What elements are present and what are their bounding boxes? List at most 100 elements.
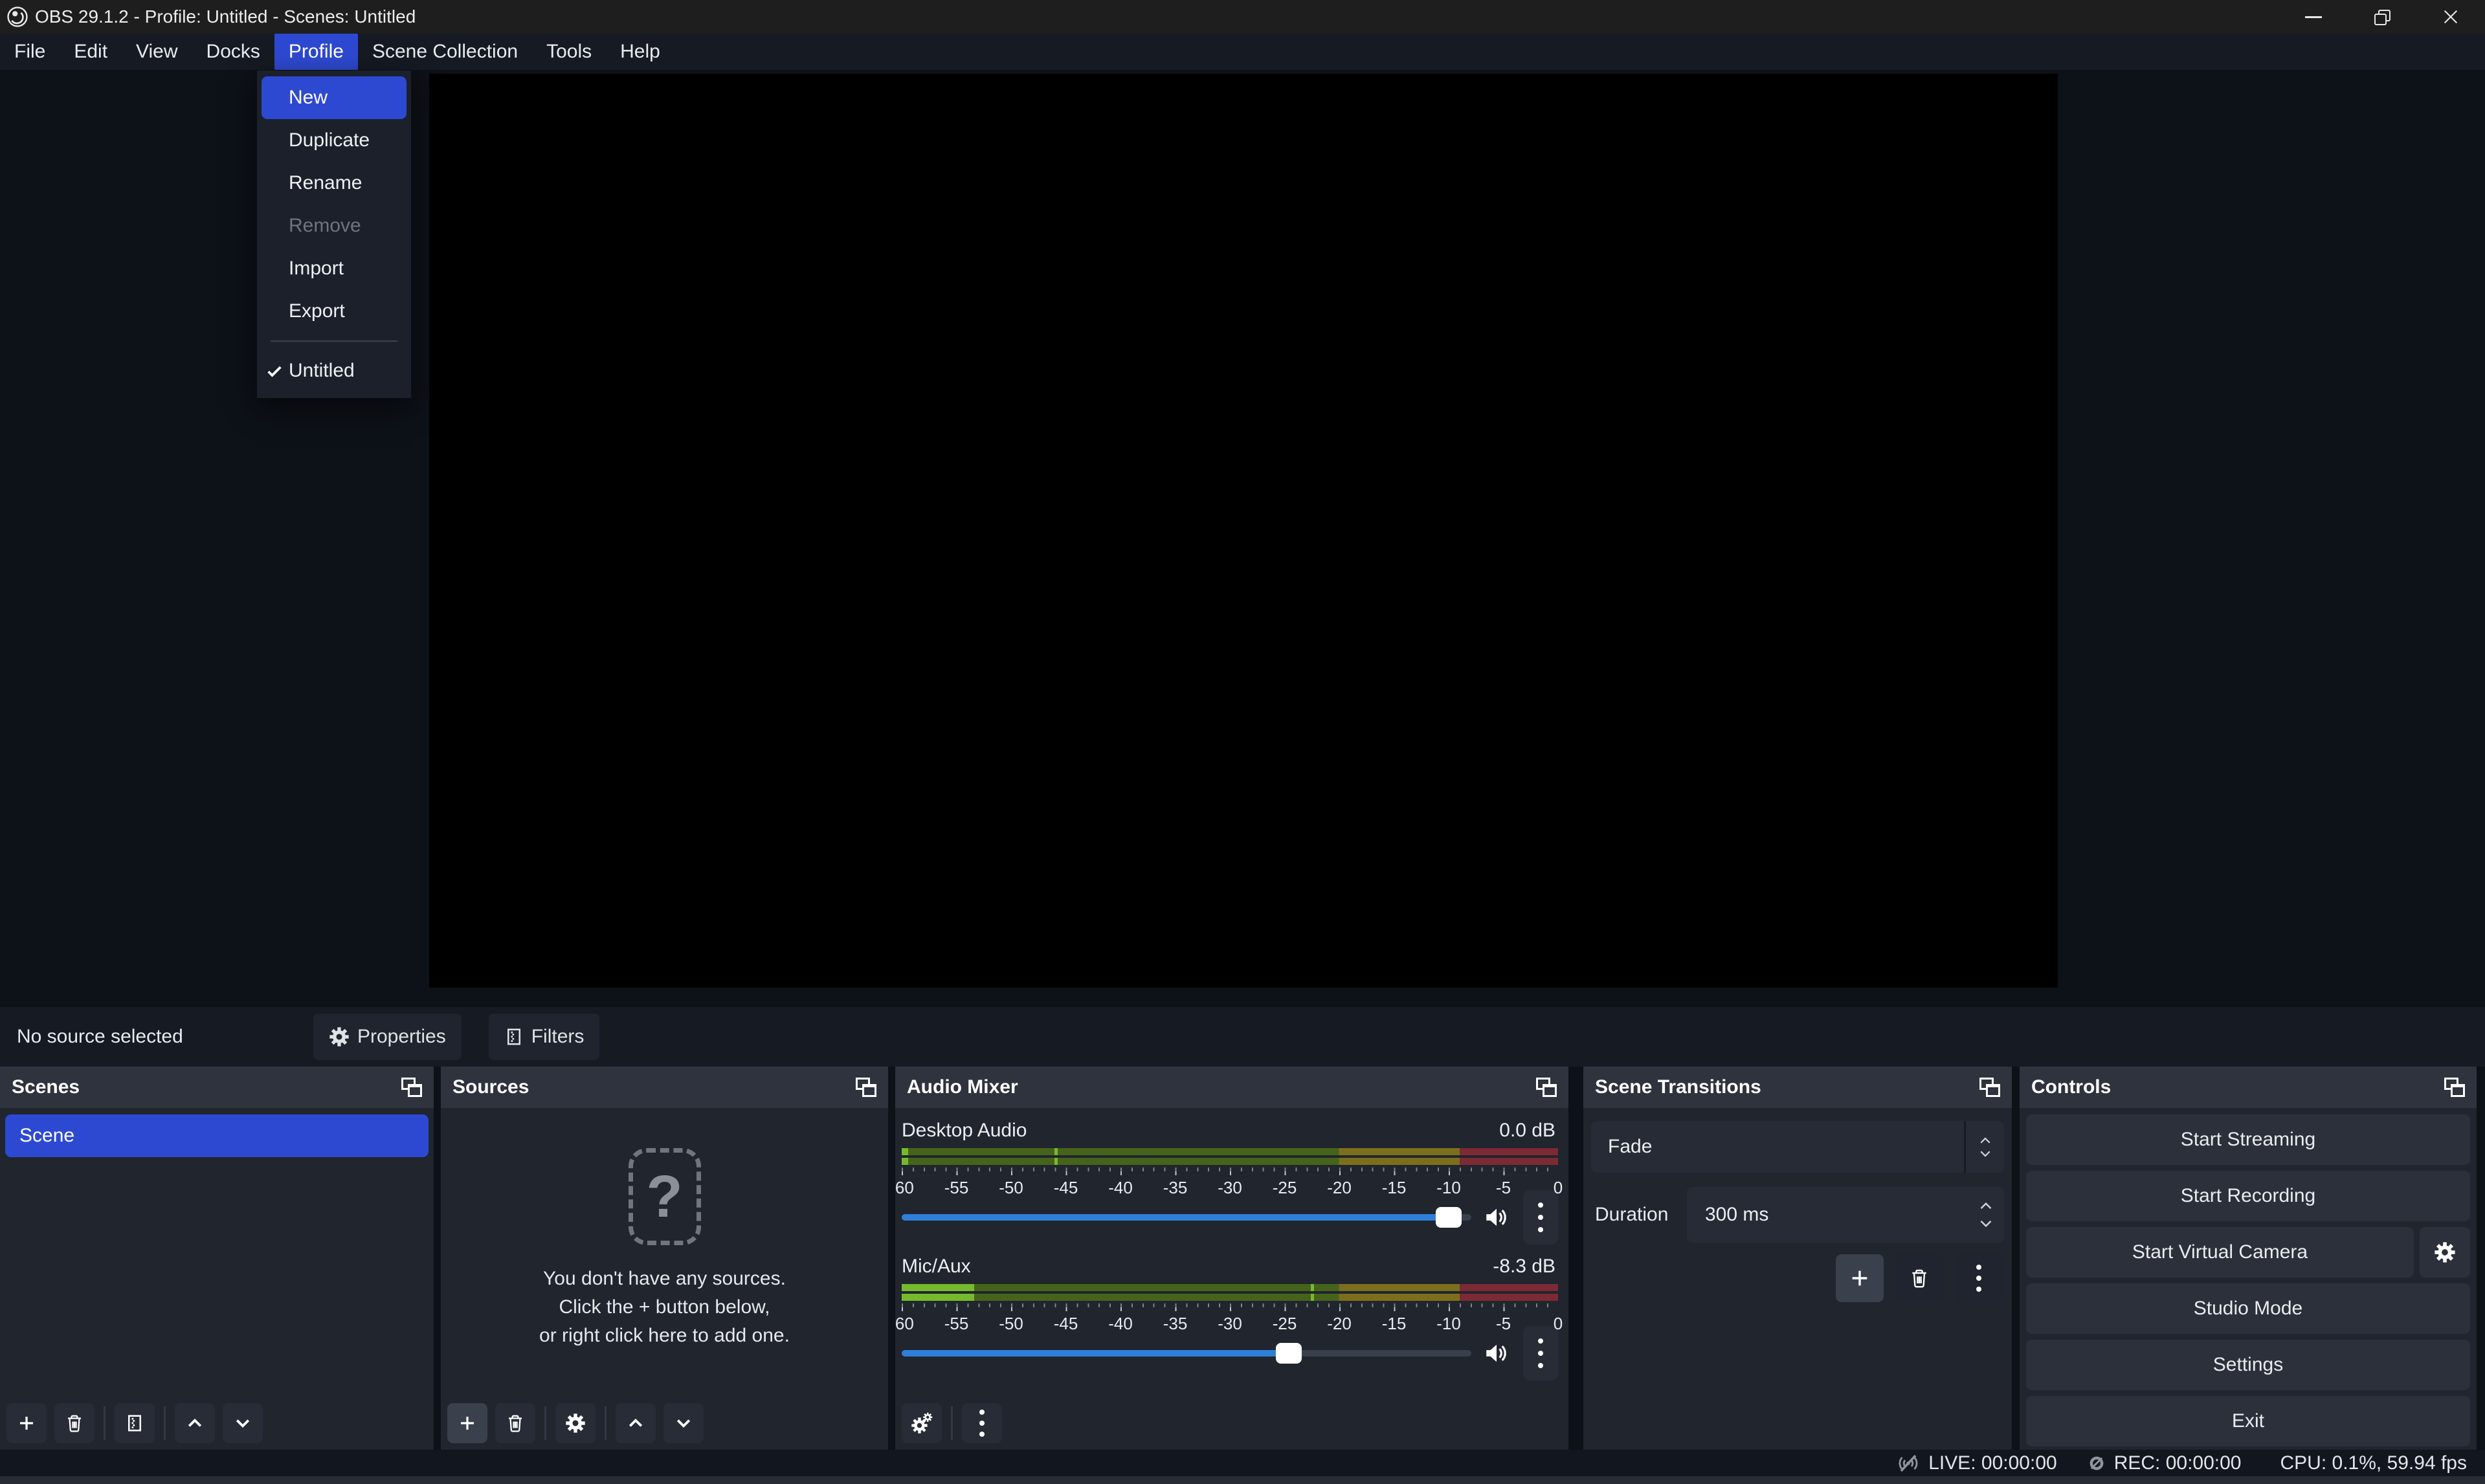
settings-button[interactable]: Settings [2026, 1340, 2470, 1390]
properties-label: Properties [357, 1026, 446, 1048]
tick-label: -35 [1163, 1314, 1188, 1334]
properties-button[interactable]: Properties [313, 1013, 462, 1060]
volume-meter: -60-55-50-45-40-35-30-25-20-15-10-50 [902, 1284, 1558, 1334]
profile-menu-new[interactable]: New [262, 76, 407, 119]
duration-spinbox[interactable]: 300 ms [1687, 1187, 2004, 1243]
transition-select[interactable]: Fade [1591, 1121, 2004, 1173]
menu-scene-collection[interactable]: Scene Collection [358, 34, 532, 70]
transition-options-button[interactable] [1955, 1254, 2003, 1302]
restore-icon[interactable] [2348, 0, 2416, 34]
menu-file[interactable]: File [0, 34, 60, 70]
meter-scale: -60-55-50-45-40-35-30-25-20-15-10-50 [902, 1311, 1558, 1334]
toolbar-separator [104, 1406, 106, 1440]
add-scene-button[interactable] [6, 1403, 47, 1443]
move-scene-up-button[interactable] [175, 1403, 215, 1443]
rec-status: REC: 00:00:00 [2087, 1452, 2242, 1474]
source-properties-button[interactable] [555, 1403, 596, 1443]
tick-label: -20 [1327, 1314, 1352, 1334]
exit-button[interactable]: Exit [2026, 1396, 2470, 1446]
cpu-fps-stats: CPU: 0.1%, 59.94 fps [2280, 1452, 2468, 1474]
spinner-arrows-icon[interactable] [1979, 1187, 1992, 1243]
menu-view[interactable]: View [122, 34, 192, 70]
remove-scene-button[interactable] [54, 1403, 95, 1443]
close-icon[interactable] [2416, 0, 2485, 34]
volume-slider[interactable] [902, 1350, 1471, 1357]
popout-icon[interactable] [1535, 1078, 1557, 1097]
menu-edit[interactable]: Edit [60, 34, 122, 70]
minimize-icon[interactable] [2279, 0, 2348, 34]
add-source-button[interactable] [447, 1403, 487, 1443]
remove-transition-button[interactable] [1895, 1254, 1943, 1302]
start-streaming-button[interactable]: Start Streaming [2026, 1114, 2470, 1165]
plus-icon [1849, 1267, 1871, 1289]
virtual-camera-settings-button[interactable] [2420, 1227, 2470, 1278]
duration-label: Duration [1591, 1204, 1687, 1226]
menu-help[interactable]: Help [606, 34, 674, 70]
controls-panel: Controls Start Streaming Start Recording… [2020, 1067, 2477, 1450]
tick-label: -20 [1327, 1178, 1352, 1198]
checkmark-icon [265, 361, 285, 381]
toolbar-separator [605, 1406, 607, 1440]
audio-mixer-panel-title: Audio Mixer [907, 1076, 1018, 1098]
tick-label: -15 [1382, 1314, 1407, 1334]
profile-menu-current-profile[interactable]: Untitled [262, 349, 407, 392]
start-recording-button[interactable]: Start Recording [2026, 1171, 2470, 1221]
add-transition-button[interactable] [1836, 1254, 1884, 1302]
window-title: OBS 29.1.2 - Profile: Untitled - Scenes:… [35, 6, 416, 27]
speaker-icon[interactable] [1483, 1340, 1510, 1367]
tick-label: -55 [944, 1314, 969, 1334]
profile-menu-rename[interactable]: Rename [262, 162, 407, 205]
volume-slider-handle[interactable] [1276, 1343, 1302, 1364]
live-status: LIVE: 00:00:00 [1896, 1451, 2057, 1476]
advanced-audio-button[interactable] [902, 1403, 942, 1443]
volume-slider-handle[interactable] [1436, 1207, 1462, 1228]
start-virtual-camera-button[interactable]: Start Virtual Camera [2026, 1227, 2414, 1278]
profile-menu-export[interactable]: Export [262, 290, 407, 333]
popout-icon[interactable] [2443, 1078, 2465, 1097]
filter-icon [504, 1027, 524, 1047]
profile-menu-import[interactable]: Import [262, 247, 407, 290]
scenes-toolbar [6, 1403, 263, 1443]
mixer-options-button[interactable] [962, 1403, 1002, 1443]
filters-button[interactable]: Filters [489, 1013, 600, 1060]
channel-volume-value: -8.3 dB [1493, 1256, 1555, 1278]
scene-filters-button[interactable] [115, 1403, 155, 1443]
tick-label: -45 [1054, 1178, 1078, 1198]
tick-label: -40 [1108, 1178, 1133, 1198]
broadcast-off-icon [1896, 1451, 1921, 1476]
menu-docks[interactable]: Docks [192, 34, 274, 70]
move-scene-down-button[interactable] [223, 1403, 263, 1443]
speaker-icon[interactable] [1483, 1204, 1510, 1231]
scene-list-item[interactable]: Scene [5, 1114, 429, 1157]
record-off-icon [2087, 1454, 2106, 1473]
meter-ticks [902, 1303, 1558, 1311]
menu-tools[interactable]: Tools [532, 34, 606, 70]
scene-transitions-panel-title: Scene Transitions [1595, 1076, 1761, 1098]
rec-time: REC: 00:00:00 [2114, 1452, 2242, 1474]
profile-menu-duplicate[interactable]: Duplicate [262, 119, 407, 162]
tick-label: -25 [1273, 1178, 1297, 1198]
sources-toolbar [447, 1403, 704, 1443]
menu-profile[interactable]: Profile [274, 34, 358, 70]
toolbar-separator [164, 1406, 166, 1440]
move-source-down-button[interactable] [663, 1403, 704, 1443]
sources-empty-state[interactable]: ? You don't have any sources. Click the … [441, 1108, 888, 1390]
trash-icon [65, 1413, 84, 1433]
live-time: LIVE: 00:00:00 [1928, 1452, 2057, 1474]
popout-icon[interactable] [400, 1078, 422, 1097]
obs-logo-icon [6, 6, 28, 28]
trash-icon [506, 1413, 525, 1433]
studio-mode-button[interactable]: Studio Mode [2026, 1283, 2470, 1334]
remove-source-button[interactable] [495, 1403, 535, 1443]
preview-canvas[interactable] [429, 74, 2058, 988]
current-profile-label: Untitled [289, 360, 355, 382]
move-source-up-button[interactable] [616, 1403, 656, 1443]
popout-icon[interactable] [854, 1078, 876, 1097]
profile-menu: New Duplicate Rename Remove Import Expor… [256, 70, 412, 399]
kebab-icon [979, 1410, 985, 1437]
sources-panel-title: Sources [452, 1076, 529, 1098]
volume-slider[interactable] [902, 1214, 1471, 1221]
scenes-panel: Scenes Scene [0, 1067, 434, 1450]
popout-icon[interactable] [1978, 1078, 2000, 1097]
tick-label: -40 [1108, 1314, 1133, 1334]
